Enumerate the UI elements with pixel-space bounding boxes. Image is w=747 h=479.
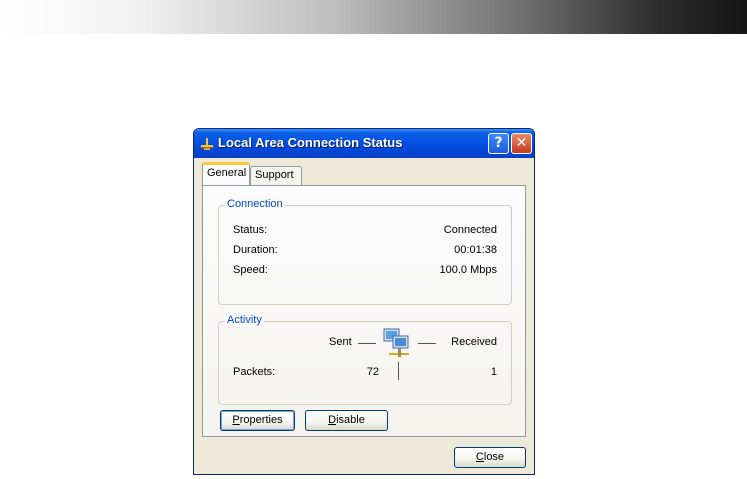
packets-label: Packets: (233, 366, 276, 378)
window-title: Local Area Connection Status (218, 135, 403, 150)
packets-sent-value: 72 (366, 366, 379, 378)
status-value: Connected (443, 224, 497, 236)
help-button[interactable]: ? (488, 133, 509, 154)
close-label: lose (483, 451, 505, 463)
general-tab-panel: Connection Status: Connected Duration: 0… (202, 185, 526, 437)
network-activity-icon (383, 328, 409, 357)
activity-legend: Activity (225, 314, 264, 326)
disable-button[interactable]: Disable (305, 410, 388, 431)
connection-status-dialog: Local Area Connection Status ? ✕ General… (193, 128, 535, 475)
properties-mnemonic: P (232, 414, 240, 426)
activity-divider (398, 362, 399, 380)
properties-label: roperties (239, 414, 283, 426)
disable-label: isable (336, 414, 365, 426)
title-bar[interactable]: Local Area Connection Status ? ✕ (194, 129, 534, 158)
properties-button[interactable]: Properties (220, 410, 295, 431)
tab-general[interactable]: General (202, 162, 250, 185)
received-line (418, 343, 436, 344)
disable-mnemonic: D (328, 414, 337, 426)
window-close-button[interactable]: ✕ (511, 133, 532, 154)
duration-value: 00:01:38 (454, 244, 497, 256)
sent-line (358, 343, 376, 344)
packets-received-value: 1 (490, 366, 497, 378)
activity-group: Activity Sent Received Packets: 72 1 (218, 314, 512, 405)
network-connection-icon (200, 138, 214, 150)
close-mnemonic: C (475, 451, 484, 463)
sent-label: Sent (329, 336, 352, 348)
duration-label: Duration: (233, 244, 278, 256)
speed-label: Speed: (233, 264, 268, 276)
connection-group: Connection Status: Connected Duration: 0… (218, 198, 512, 305)
close-button[interactable]: Close (454, 447, 526, 468)
tab-support[interactable]: Support (250, 166, 302, 185)
connection-legend: Connection (225, 198, 285, 210)
speed-value: 100.0 Mbps (439, 264, 497, 276)
status-label: Status: (233, 224, 268, 236)
received-label: Received (451, 336, 497, 348)
top-gradient-band (0, 0, 747, 34)
